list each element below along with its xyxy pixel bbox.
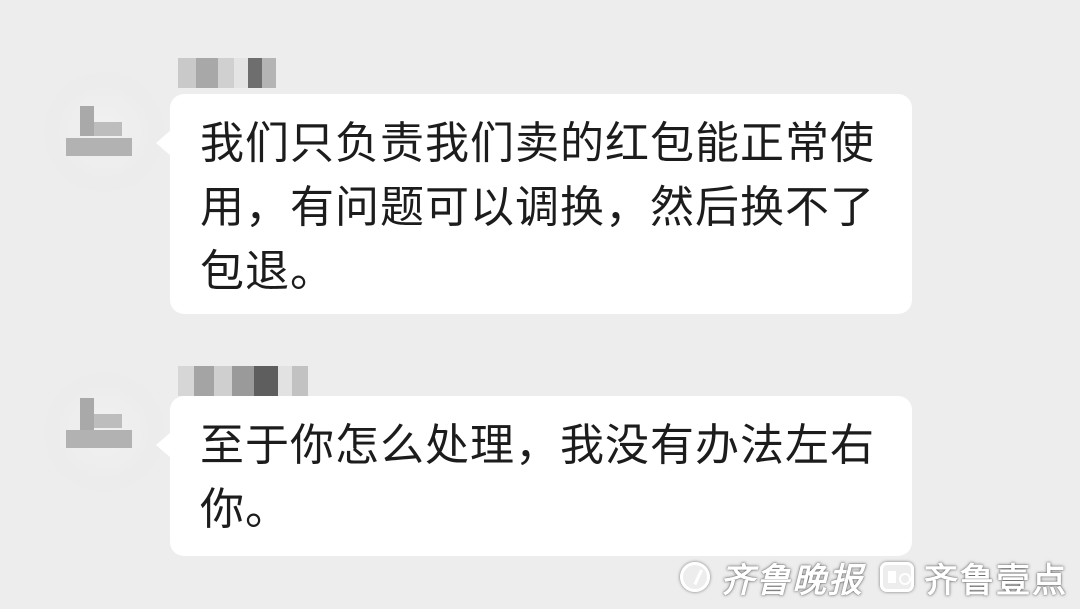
avatar-mosaic [80,106,94,136]
message-bubble[interactable]: 至于你怎么处理，我没有办法左右你。 [156,396,912,556]
avatar-mosaic [66,430,132,448]
sender-avatar[interactable] [44,372,164,492]
circle-slash-icon [680,562,710,592]
watermark: 齐鲁晚报 齐鲁壹点 [680,555,1068,601]
message-text: 我们只负责我们卖的红包能正常使用，有问题可以调换，然后换不了包退。 [200,118,875,297]
app-logo-icon [880,562,914,592]
avatar-mosaic [66,138,132,156]
avatar-mosaic [80,398,94,432]
avatar-mosaic [94,414,122,428]
watermark-app: 齐鲁壹点 [924,560,1068,601]
message-bubble[interactable]: 我们只负责我们卖的红包能正常使用，有问题可以调换，然后换不了包退。 [156,94,912,314]
sender-avatar[interactable] [44,72,164,192]
message-text: 至于你怎么处理，我没有办法左右你。 [200,420,875,535]
watermark-newspaper: 齐鲁晚报 [720,560,864,601]
avatar-mosaic [94,122,122,136]
